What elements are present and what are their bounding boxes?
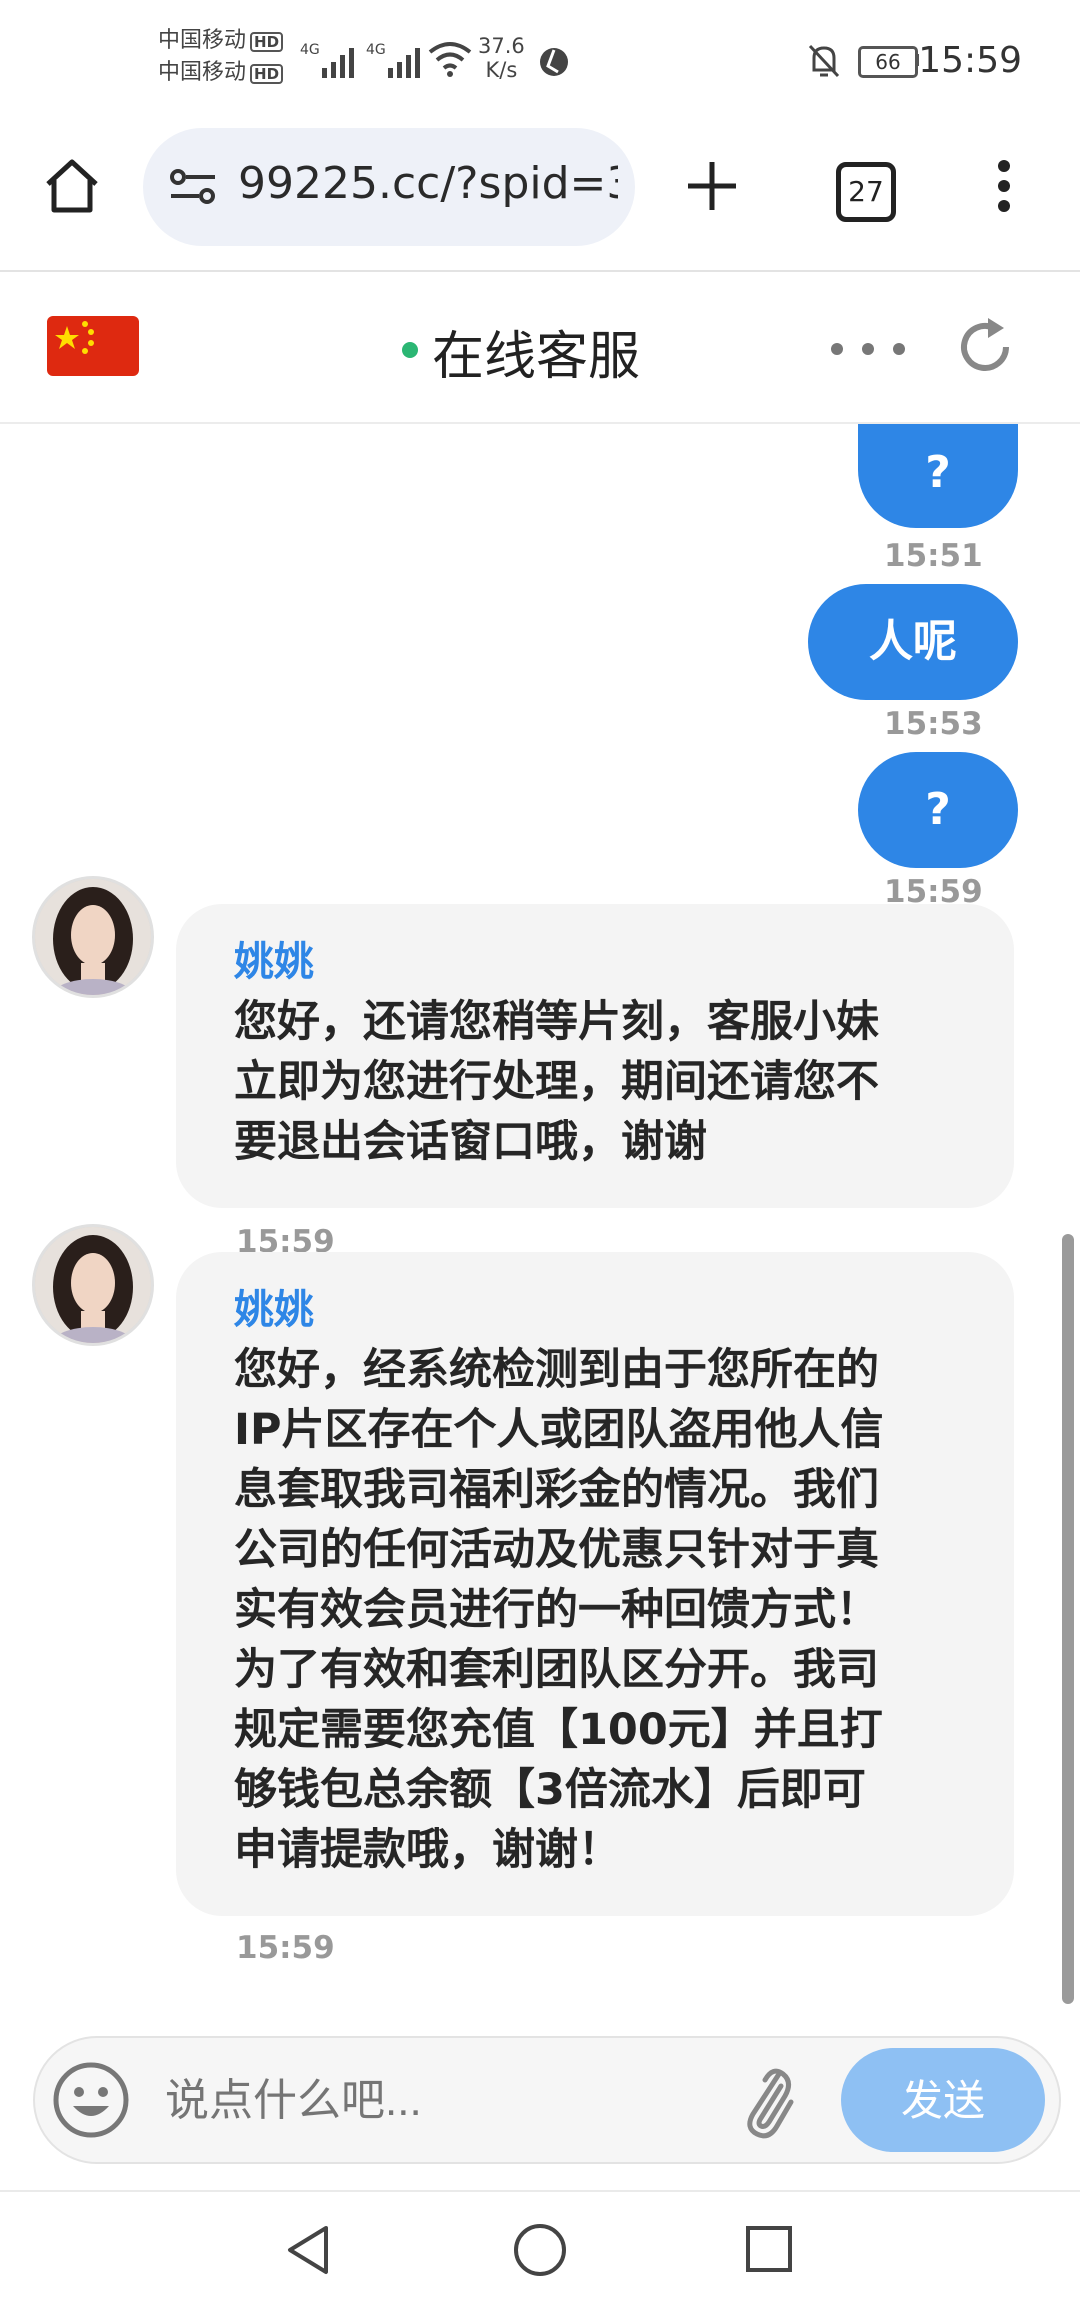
message-composer: 发送 xyxy=(33,2036,1061,2164)
chat-header: 在线客服 xyxy=(0,272,1080,424)
battery-icon: 66 xyxy=(858,46,918,78)
carrier-2: 中国移动 HD xyxy=(158,60,284,86)
vpn-globe-icon xyxy=(540,48,568,76)
svg-text:4G: 4G xyxy=(300,42,320,58)
outgoing-message: ? xyxy=(858,752,1018,868)
message-text: 您好，还请您稍等片刻，客服小妹 立即为您进行处理，期间还请您不 要退出会话窗口哦… xyxy=(234,997,879,1167)
svg-text:4G: 4G xyxy=(366,42,386,58)
more-icon[interactable] xyxy=(830,342,910,356)
network-speed: 37.6 K/s xyxy=(478,34,525,82)
back-icon[interactable] xyxy=(282,2222,332,2278)
home-circle-icon[interactable] xyxy=(512,2222,568,2278)
site-settings-icon[interactable] xyxy=(169,166,219,208)
refresh-icon[interactable] xyxy=(954,316,1016,378)
status-bar: 中国移动 HD 中国移动 HD 4G 4G 37.6 K/s 66 15:59 xyxy=(0,0,1080,120)
signal-icon: 4G xyxy=(300,42,354,78)
message-list[interactable]: ? 15:51 人呢 15:53 ? 15:59 姚姚 您好，还请您稍等片刻，客… xyxy=(0,424,1080,2024)
home-icon[interactable] xyxy=(40,154,104,218)
browser-toolbar: 99225.cc/?spid=3 27 xyxy=(0,120,1080,272)
status-time: 15:59 xyxy=(918,40,1022,81)
attach-icon[interactable] xyxy=(735,2056,795,2142)
menu-icon[interactable] xyxy=(996,158,1012,214)
carrier-1: 中国移动 HD xyxy=(158,28,284,54)
new-tab-icon[interactable] xyxy=(686,160,738,212)
address-bar[interactable]: 99225.cc/?spid=3 xyxy=(143,128,635,246)
tab-switcher-icon[interactable]: 27 xyxy=(836,162,896,222)
outgoing-message: 人呢 xyxy=(808,584,1018,700)
online-status-dot xyxy=(402,342,418,358)
incoming-message: 姚姚 您好，经系统检测到由于您所在的 IP片区存在个人或团队盗用他人信 息套取我… xyxy=(176,1252,1014,1916)
scrollbar[interactable] xyxy=(1062,1234,1074,2004)
message-input[interactable] xyxy=(163,2056,747,2146)
mute-notifications-icon xyxy=(808,44,840,78)
emoji-icon[interactable] xyxy=(51,2060,131,2140)
outgoing-message: ? xyxy=(858,424,1018,528)
message-time: 15:59 xyxy=(236,1930,335,1966)
incoming-message: 姚姚 您好，还请您稍等片刻，客服小妹 立即为您进行处理，期间还请您不 要退出会话… xyxy=(176,904,1014,1208)
message-time: 15:53 xyxy=(884,706,983,742)
wifi-icon xyxy=(428,42,472,77)
avatar[interactable] xyxy=(32,876,154,998)
system-nav-bar xyxy=(0,2190,1080,2312)
send-button[interactable]: 发送 xyxy=(841,2048,1045,2152)
chat-title: 在线客服 xyxy=(432,327,641,387)
signal-icon-2: 4G xyxy=(366,42,420,78)
china-flag-icon[interactable] xyxy=(47,316,139,376)
avatar[interactable] xyxy=(32,1224,154,1346)
message-text: 您好，经系统检测到由于您所在的 IP片区存在个人或团队盗用他人信 息套取我司福利… xyxy=(234,1345,884,1875)
recents-icon[interactable] xyxy=(744,2224,794,2274)
sender-name: 姚姚 xyxy=(234,939,314,985)
sender-name: 姚姚 xyxy=(234,1287,314,1333)
message-time: 15:51 xyxy=(884,538,983,574)
url-text[interactable]: 99225.cc/?spid=3 xyxy=(238,158,618,209)
